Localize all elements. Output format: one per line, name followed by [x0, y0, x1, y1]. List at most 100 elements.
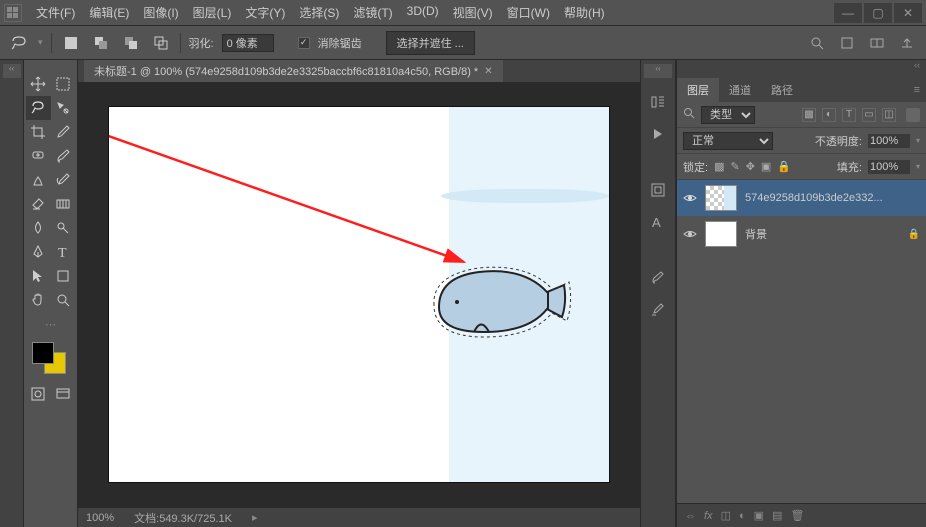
tab-paths[interactable]: 路径: [761, 78, 803, 102]
healing-brush-tool[interactable]: [26, 144, 51, 168]
clone-stamp-tool[interactable]: [26, 168, 51, 192]
fill-input[interactable]: [868, 160, 910, 174]
layer-group-icon[interactable]: ▣: [754, 509, 764, 522]
antialias-checkbox[interactable]: ✓: [298, 37, 310, 49]
arrange-docs-icon[interactable]: [866, 32, 888, 54]
dodge-tool[interactable]: [51, 216, 76, 240]
menu-window[interactable]: 窗口(W): [501, 2, 556, 23]
filter-smart-icon[interactable]: ◫: [882, 108, 896, 122]
svg-text:A: A: [652, 215, 661, 230]
move-tool[interactable]: [26, 72, 51, 96]
panel-menu-icon[interactable]: ≡: [908, 84, 926, 96]
eraser-tool[interactable]: [26, 192, 51, 216]
actions-panel-icon[interactable]: [646, 122, 670, 146]
brush-settings-panel-icon[interactable]: [646, 298, 670, 322]
adjustment-layer-icon[interactable]: ◐: [739, 510, 746, 522]
fill-label: 填充:: [837, 159, 862, 175]
lasso-tool[interactable]: [26, 96, 51, 120]
path-select-tool[interactable]: [26, 264, 51, 288]
toolbox-edit[interactable]: ⋯: [26, 312, 75, 336]
menu-edit[interactable]: 编辑(E): [83, 2, 135, 23]
new-layer-icon[interactable]: ▤: [772, 509, 782, 522]
menu-3d[interactable]: 3D(D): [401, 2, 445, 23]
crop-tool[interactable]: [26, 120, 51, 144]
tab-layers[interactable]: 图层: [677, 78, 719, 102]
zoom-level[interactable]: 100%: [86, 512, 114, 524]
foreground-color-swatch[interactable]: [32, 342, 54, 364]
brushes-panel-icon[interactable]: [646, 266, 670, 290]
layer-row[interactable]: 574e9258d109b3de2e332...: [677, 180, 926, 216]
document-tab[interactable]: 未标题-1 @ 100% (574e9258d109b3de2e3325bacc…: [84, 60, 503, 82]
filter-toggle[interactable]: [906, 108, 920, 122]
lock-label: 锁定:: [683, 159, 708, 175]
share-icon[interactable]: [896, 32, 918, 54]
layer-fx-icon[interactable]: fx: [704, 510, 713, 522]
selection-intersect-icon[interactable]: [150, 32, 172, 54]
menu-image[interactable]: 图像(I): [137, 2, 184, 23]
lock-position-icon[interactable]: ✥: [746, 160, 755, 173]
filter-shape-icon[interactable]: ▭: [862, 108, 876, 122]
menu-type[interactable]: 文字(Y): [239, 2, 291, 23]
shape-tool[interactable]: [51, 264, 76, 288]
menubar: 文件(F) 编辑(E) 图像(I) 图层(L) 文字(Y) 选择(S) 滤镜(T…: [0, 0, 926, 26]
close-icon[interactable]: ✕: [484, 66, 492, 77]
right-dock-collapse[interactable]: ‹‹: [677, 60, 926, 78]
filter-type-icon[interactable]: T: [842, 108, 856, 122]
tab-channels[interactable]: 通道: [719, 78, 761, 102]
lock-all-icon[interactable]: 🔒: [777, 160, 791, 173]
layer-row[interactable]: 背景 🔒: [677, 216, 926, 252]
menu-layer[interactable]: 图层(L): [187, 2, 238, 23]
filter-kind-icon: [683, 107, 695, 122]
menu-filter[interactable]: 滤镜(T): [347, 2, 398, 23]
history-panel-icon[interactable]: [646, 90, 670, 114]
screen-mode-tool[interactable]: [51, 382, 76, 406]
lock-transparency-icon[interactable]: ▩: [714, 160, 724, 173]
pen-tool[interactable]: [26, 240, 51, 264]
layer-mask-icon[interactable]: ◫: [721, 509, 731, 522]
history-brush-tool[interactable]: [51, 168, 76, 192]
opacity-label: 不透明度:: [815, 133, 862, 149]
selection-subtract-icon[interactable]: [120, 32, 142, 54]
brush-tool[interactable]: [51, 144, 76, 168]
window-minimize[interactable]: —: [834, 3, 862, 23]
color-swatches[interactable]: [26, 342, 76, 378]
blend-mode-select[interactable]: 正常: [683, 132, 773, 150]
filter-adjust-icon[interactable]: ◐: [822, 108, 836, 122]
refine-edge-button[interactable]: 选择并遮住 ...: [386, 31, 475, 55]
zoom-tool[interactable]: [51, 288, 76, 312]
lasso-icon[interactable]: [8, 32, 30, 54]
layer-kind-select[interactable]: 类型: [701, 106, 755, 124]
properties-panel-icon[interactable]: [646, 178, 670, 202]
lock-paint-icon[interactable]: ✎: [730, 160, 739, 173]
quick-mask-tool[interactable]: [26, 382, 51, 406]
visibility-icon[interactable]: [683, 227, 697, 241]
layer-thumbnail: [705, 221, 737, 247]
menu-select[interactable]: 选择(S): [293, 2, 345, 23]
window-maximize[interactable]: ▢: [864, 3, 892, 23]
search-icon[interactable]: [806, 32, 828, 54]
quick-select-tool[interactable]: [51, 96, 76, 120]
lock-artboard-icon[interactable]: ▣: [761, 160, 771, 173]
opacity-input[interactable]: [868, 134, 910, 148]
menu-file[interactable]: 文件(F): [30, 2, 81, 23]
left-dock-collapse[interactable]: ‹‹: [0, 60, 24, 527]
delete-layer-icon[interactable]: 🗑: [790, 509, 804, 522]
link-layers-icon[interactable]: ⇔: [685, 510, 696, 522]
marquee-tool[interactable]: [51, 72, 76, 96]
gradient-tool[interactable]: [51, 192, 76, 216]
blur-tool[interactable]: [26, 216, 51, 240]
view-extras-icon[interactable]: [836, 32, 858, 54]
feather-input[interactable]: [222, 34, 274, 52]
type-tool[interactable]: T: [51, 240, 76, 264]
menu-view[interactable]: 视图(V): [447, 2, 499, 23]
character-panel-icon[interactable]: A: [646, 210, 670, 234]
menu-help[interactable]: 帮助(H): [558, 2, 611, 23]
visibility-icon[interactable]: [683, 191, 697, 205]
canvas[interactable]: [109, 107, 609, 482]
window-close[interactable]: ✕: [894, 3, 922, 23]
hand-tool[interactable]: [26, 288, 51, 312]
selection-add-icon[interactable]: [90, 32, 112, 54]
eyedropper-tool[interactable]: [51, 120, 76, 144]
selection-new-icon[interactable]: [60, 32, 82, 54]
filter-pixel-icon[interactable]: ▩: [802, 108, 816, 122]
